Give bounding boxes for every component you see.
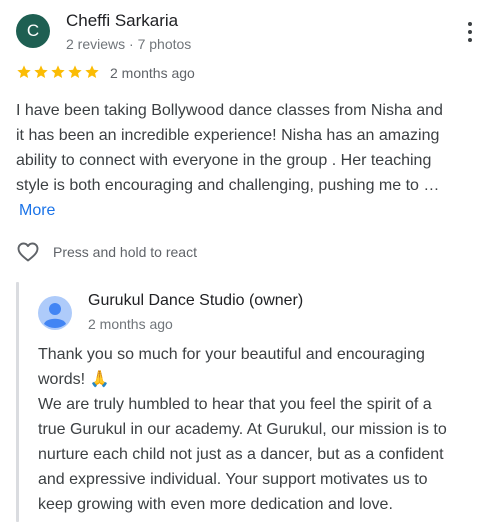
star-icon <box>51 65 65 78</box>
reviewer-name[interactable]: Cheffi Sarkaria <box>66 11 178 31</box>
person-icon <box>38 296 72 330</box>
review-date: 2 months ago <box>110 65 195 81</box>
owner-name[interactable]: Gurukul Dance Studio (owner) <box>88 292 303 310</box>
owner-reply-line: Thank you so much for your beautiful and… <box>38 346 425 363</box>
react-label: Press and hold to react <box>53 244 197 260</box>
star-icon <box>68 65 82 78</box>
review-text: I have been taking Bollywood dance class… <box>16 98 490 223</box>
owner-reply-date: 2 months ago <box>88 316 173 332</box>
owner-reply-line: words! 🙏 <box>38 371 110 388</box>
heart-icon[interactable] <box>16 240 40 264</box>
review-text-line: ability to connect with everyone in the … <box>16 152 432 169</box>
more-link[interactable]: More <box>19 198 55 223</box>
review-text-line: style is both encouraging and challengin… <box>16 177 440 194</box>
star-icon <box>17 65 31 78</box>
owner-reply-line: and expressive individual. Your support … <box>38 471 428 488</box>
reply-divider <box>16 282 19 522</box>
reviewer-meta: 2 reviews · 7 photos <box>66 36 192 52</box>
owner-reply-line: true Gurukul in our academy. At Gurukul,… <box>38 421 447 438</box>
owner-reply-line: We are truly humbled to hear that you fe… <box>38 396 432 413</box>
more-vert-icon[interactable] <box>460 20 480 44</box>
reviewer-avatar-letter: C <box>26 21 40 40</box>
reviewer-avatar[interactable]: C <box>16 14 50 48</box>
star-rating <box>16 64 100 80</box>
star-icon <box>34 65 48 78</box>
star-icon <box>85 65 99 78</box>
owner-reply-text: Thank you so much for your beautiful and… <box>38 342 494 517</box>
owner-reply-line: keep growing with even more dedication a… <box>38 496 393 513</box>
review-text-line: I have been taking Bollywood dance class… <box>16 102 443 119</box>
react-row[interactable]: Press and hold to react <box>16 240 197 264</box>
review-text-line: it has been an incredible experience! Ni… <box>16 127 440 144</box>
owner-reply-line: nurture each child not just as a dancer,… <box>38 446 444 463</box>
